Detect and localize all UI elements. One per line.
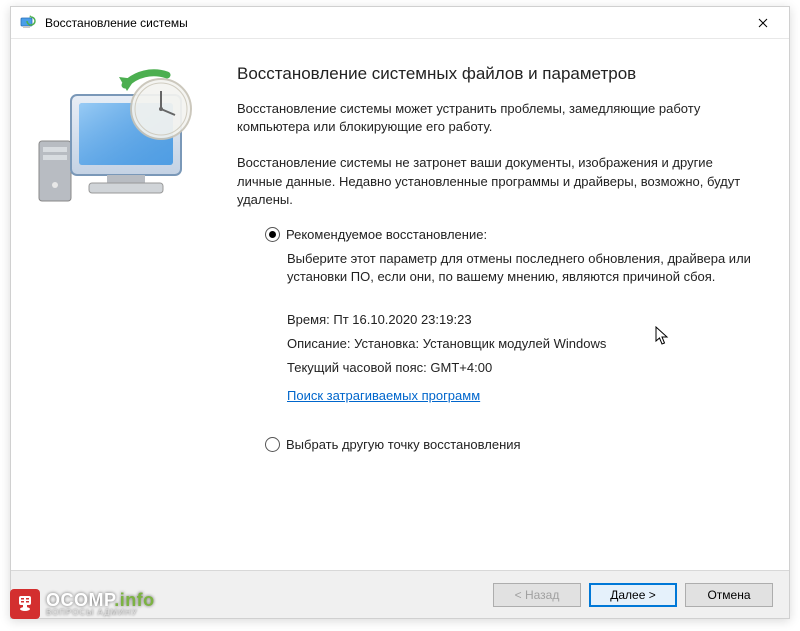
choose-other-radio-row[interactable]: Выбрать другую точку восстановления [265, 437, 759, 452]
window-title: Восстановление системы [45, 16, 741, 30]
close-button[interactable] [741, 8, 785, 38]
radio-icon [265, 227, 280, 242]
system-restore-window: Восстановление системы [10, 6, 790, 619]
option-choose-other: Выбрать другую точку восстановления [265, 437, 759, 452]
detail-timezone: Текущий часовой пояс: GMT+4:00 [287, 356, 759, 380]
restore-point-details: Время: Пт 16.10.2020 23:19:23 Описание: … [265, 308, 759, 380]
intro-paragraph-1: Восстановление системы может устранить п… [237, 100, 759, 136]
recommended-restore-label: Рекомендуемое восстановление: [286, 227, 487, 242]
intro-paragraph-2: Восстановление системы не затронет ваши … [237, 154, 759, 209]
next-button[interactable]: Далее > [589, 583, 677, 607]
choose-other-label: Выбрать другую точку восстановления [286, 437, 521, 452]
titlebar: Восстановление системы [11, 7, 789, 39]
radio-icon [265, 437, 280, 452]
recommended-restore-radio-row[interactable]: Рекомендуемое восстановление: [265, 227, 759, 242]
close-icon [758, 18, 768, 28]
content-area: Восстановление системных файлов и параме… [11, 39, 789, 569]
detail-description: Описание: Установка: Установщик модулей … [287, 332, 759, 356]
cancel-button[interactable]: Отмена [685, 583, 773, 607]
system-restore-icon [19, 14, 37, 32]
restore-options: Рекомендуемое восстановление: Выберите э… [237, 227, 759, 453]
option-recommended: Рекомендуемое восстановление: Выберите э… [265, 227, 759, 424]
system-restore-hero-icon [29, 63, 209, 213]
wizard-footer: < Назад Далее > Отмена [11, 570, 789, 618]
affected-programs-link[interactable]: Поиск затрагиваемых программ [265, 388, 480, 403]
page-heading: Восстановление системных файлов и параме… [237, 63, 759, 86]
right-pane: Восстановление системных файлов и параме… [231, 39, 789, 569]
detail-time: Время: Пт 16.10.2020 23:19:23 [287, 308, 759, 332]
left-pane [11, 39, 231, 569]
back-button: < Назад [493, 583, 581, 607]
recommended-restore-description: Выберите этот параметр для отмены послед… [265, 250, 759, 286]
